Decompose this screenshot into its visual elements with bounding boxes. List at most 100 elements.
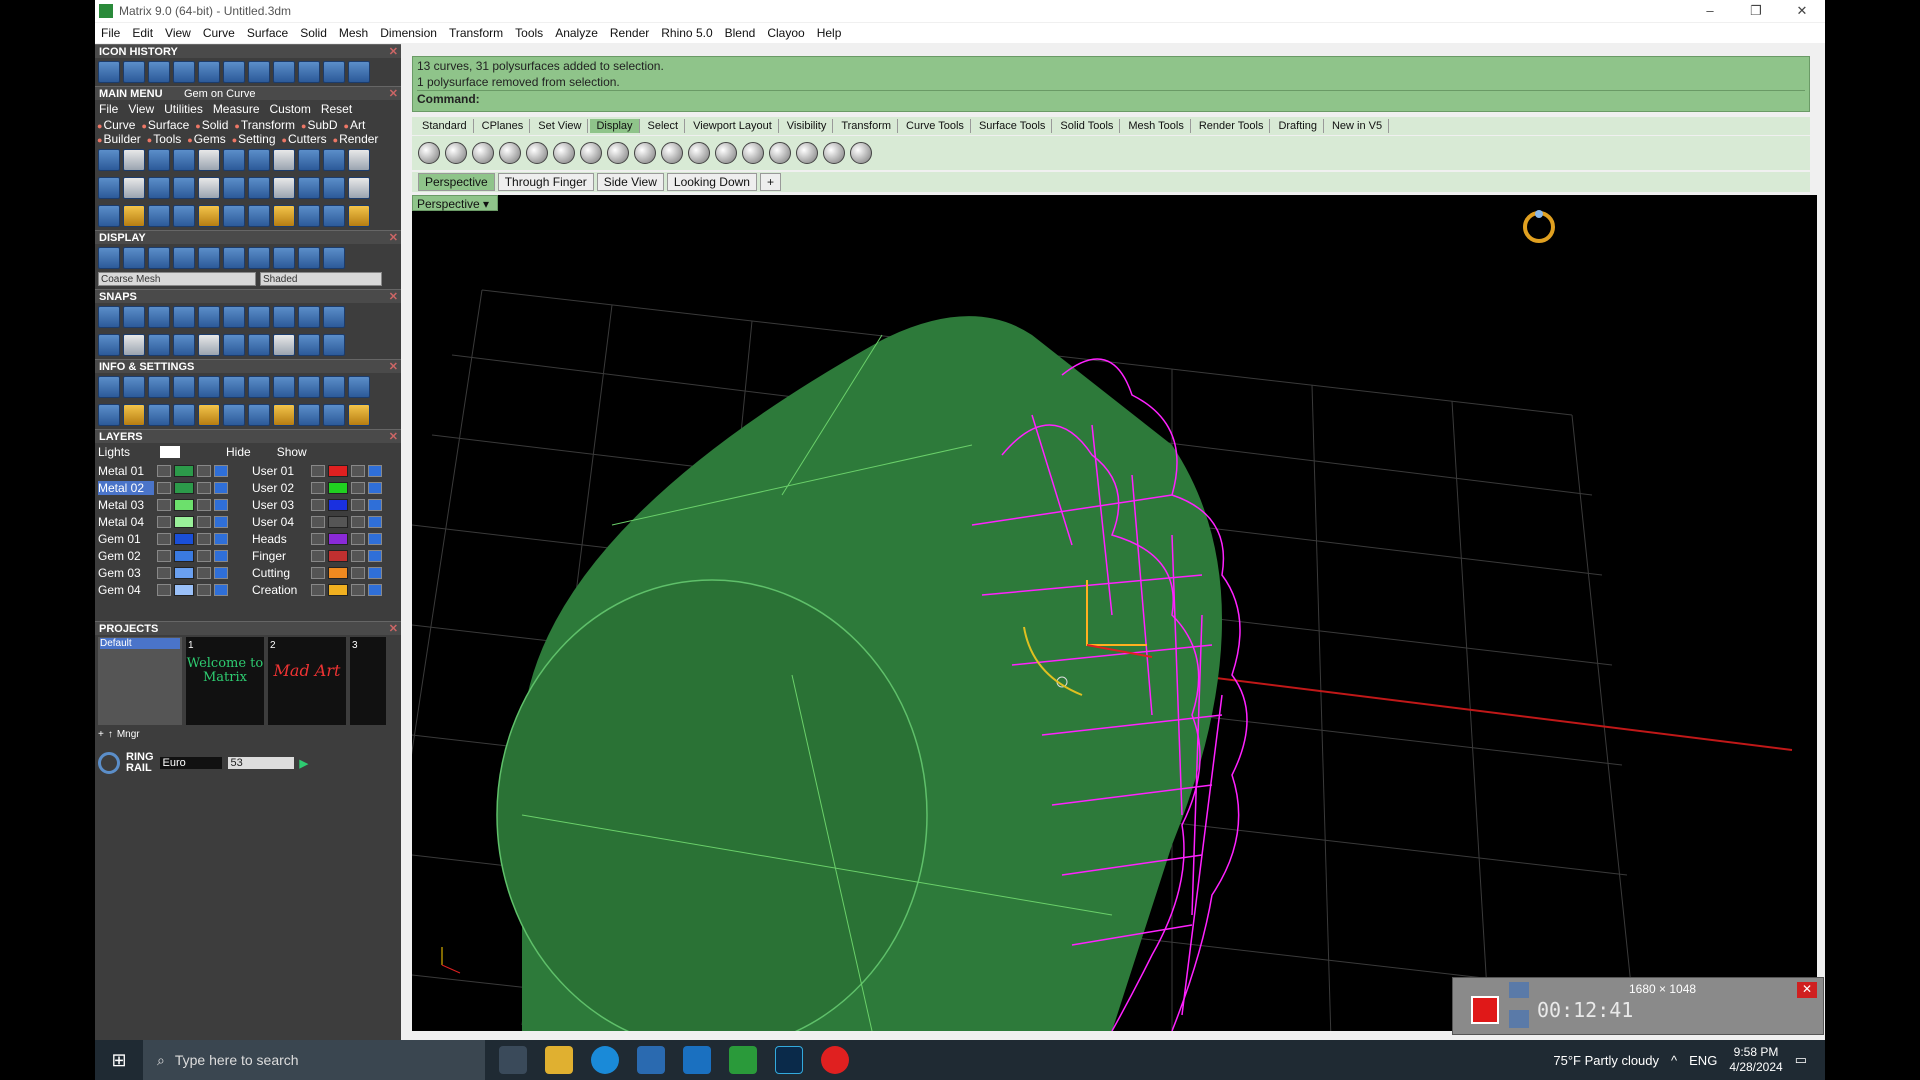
layer-name[interactable]: User 01: [252, 464, 308, 478]
project-list[interactable]: Default: [98, 637, 182, 725]
windows-start-icon[interactable]: ⊞: [95, 1050, 143, 1071]
layer-visibility-button[interactable]: [197, 481, 211, 494]
tool-button[interactable]: [323, 149, 345, 171]
layer-current-button[interactable]: [368, 481, 382, 494]
toolbar-tab[interactable]: Transform: [835, 119, 899, 133]
tool-button[interactable]: [248, 306, 270, 328]
main-menu-category[interactable]: Surface: [141, 118, 189, 132]
tool-button[interactable]: [248, 205, 270, 227]
layer-lock-button[interactable]: [157, 464, 171, 477]
tool-button[interactable]: [198, 205, 220, 227]
display-mode-icon[interactable]: [823, 142, 845, 164]
project-slot-1[interactable]: 1 Welcome to Matrix: [186, 637, 264, 725]
menu-item[interactable]: File: [95, 26, 126, 40]
layer-color-swatch[interactable]: [328, 549, 348, 562]
layer-current-button[interactable]: [214, 566, 228, 579]
display-mode-icon[interactable]: [850, 142, 872, 164]
tool-button[interactable]: [348, 376, 370, 398]
main-menu-tab[interactable]: Custom: [270, 102, 311, 116]
toolbar-tab[interactable]: CPlanes: [476, 119, 531, 133]
lights-swatch[interactable]: [160, 446, 180, 458]
tool-button[interactable]: [323, 306, 345, 328]
tool-button[interactable]: [323, 404, 345, 426]
tool-button[interactable]: [348, 205, 370, 227]
tool-button[interactable]: [248, 247, 270, 269]
tool-button[interactable]: [323, 177, 345, 199]
tool-button[interactable]: [198, 177, 220, 199]
display-mode-icon[interactable]: [634, 142, 656, 164]
toolbar-tab[interactable]: Solid Tools: [1054, 119, 1121, 133]
layer-current-button[interactable]: [214, 549, 228, 562]
layer-current-button[interactable]: [214, 532, 228, 545]
layer-current-button[interactable]: [368, 583, 382, 596]
tool-button[interactable]: [148, 334, 170, 356]
tool-button[interactable]: [123, 376, 145, 398]
layer-name[interactable]: Gem 02: [98, 549, 154, 563]
layer-name[interactable]: User 02: [252, 481, 308, 495]
viewport-tab[interactable]: Through Finger: [497, 173, 594, 191]
tool-button[interactable]: [248, 61, 270, 83]
display-mode-icon[interactable]: [661, 142, 683, 164]
layer-color-swatch[interactable]: [328, 515, 348, 528]
tool-button[interactable]: [123, 404, 145, 426]
recorder-close-button[interactable]: ✕: [1797, 982, 1817, 998]
tool-button[interactable]: [198, 376, 220, 398]
toolbar-tab[interactable]: Surface Tools: [973, 119, 1053, 133]
tool-button[interactable]: [148, 177, 170, 199]
tool-button[interactable]: [148, 205, 170, 227]
tool-button[interactable]: [123, 247, 145, 269]
display-mode-icon[interactable]: [607, 142, 629, 164]
layer-visibility-button[interactable]: [351, 498, 365, 511]
mail-icon[interactable]: [683, 1046, 711, 1074]
layer-color-swatch[interactable]: [174, 566, 194, 579]
tool-button[interactable]: [223, 149, 245, 171]
layer-visibility-button[interactable]: [351, 515, 365, 528]
toolbar-tab[interactable]: Select: [642, 119, 686, 133]
minimize-button[interactable]: –: [1687, 3, 1733, 19]
close-button[interactable]: ✕: [1779, 3, 1825, 19]
menu-item[interactable]: Render: [604, 26, 655, 40]
layer-visibility-button[interactable]: [351, 566, 365, 579]
add-project-button[interactable]: +: [98, 729, 104, 740]
store-icon[interactable]: [637, 1046, 665, 1074]
ring-profile-face[interactable]: [496, 579, 928, 1031]
layer-lock-button[interactable]: [311, 464, 325, 477]
main-menu-category[interactable]: Solid: [195, 118, 229, 132]
layer-name[interactable]: Cutting: [252, 566, 308, 580]
tool-button[interactable]: [298, 306, 320, 328]
tool-button[interactable]: [173, 306, 195, 328]
tool-button[interactable]: [198, 404, 220, 426]
layer-lock-button[interactable]: [157, 498, 171, 511]
layer-visibility-button[interactable]: [351, 549, 365, 562]
layer-visibility-button[interactable]: [197, 498, 211, 511]
main-menu-category[interactable]: Transform: [234, 118, 295, 132]
toolbar-tab[interactable]: Viewport Layout: [687, 119, 779, 133]
tool-button[interactable]: [198, 61, 220, 83]
hide-button[interactable]: Hide: [226, 445, 251, 459]
main-menu-category[interactable]: Builder: [97, 132, 140, 146]
matrix-app-icon[interactable]: [729, 1046, 757, 1074]
tool-button[interactable]: [273, 404, 295, 426]
viewport-tab[interactable]: Perspective: [418, 173, 495, 191]
tool-button[interactable]: [123, 205, 145, 227]
weather-text[interactable]: 75°F Partly cloudy: [1553, 1053, 1659, 1068]
tool-button[interactable]: [323, 247, 345, 269]
layer-color-swatch[interactable]: [174, 481, 194, 494]
tool-button[interactable]: [148, 149, 170, 171]
layer-color-swatch[interactable]: [328, 583, 348, 596]
layer-lock-button[interactable]: [311, 532, 325, 545]
layer-color-swatch[interactable]: [328, 498, 348, 511]
toolbar-tab[interactable]: Standard: [416, 119, 474, 133]
layer-lock-button[interactable]: [157, 532, 171, 545]
layer-name[interactable]: User 04: [252, 515, 308, 529]
display-mode-icon[interactable]: [742, 142, 764, 164]
layer-visibility-button[interactable]: [197, 515, 211, 528]
tool-button[interactable]: [298, 205, 320, 227]
tool-button[interactable]: [198, 149, 220, 171]
main-menu-category[interactable]: Render: [333, 132, 378, 146]
tool-button[interactable]: [173, 376, 195, 398]
main-menu-category[interactable]: Gems: [187, 132, 226, 146]
layer-current-button[interactable]: [214, 481, 228, 494]
toolbar-tab[interactable]: Display: [590, 119, 640, 133]
tool-button[interactable]: [98, 61, 120, 83]
